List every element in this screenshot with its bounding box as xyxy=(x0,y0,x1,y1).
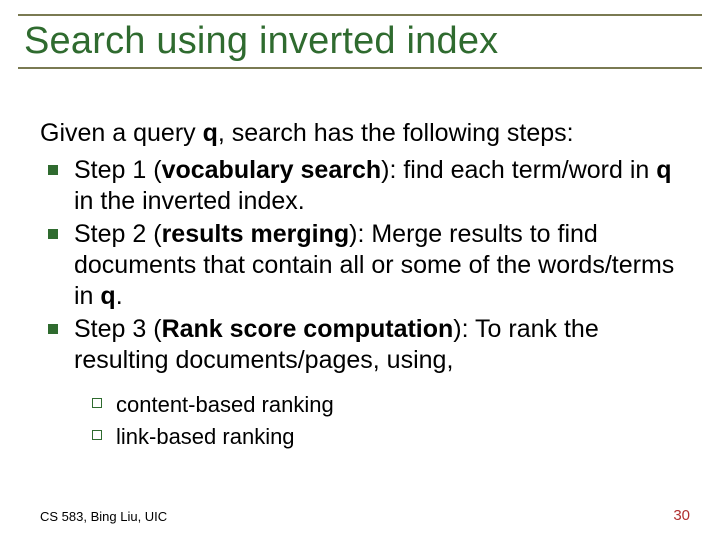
sub-bullet-list: content-based ranking link-based ranking xyxy=(40,390,686,451)
list-item: Step 1 (vocabulary search): find each te… xyxy=(40,155,686,217)
slide-title: Search using inverted index xyxy=(24,20,702,63)
title-rule-top xyxy=(18,14,702,16)
title-rule-bottom xyxy=(18,67,702,69)
slide-number: 30 xyxy=(673,507,690,524)
slide-body: Given a query q, search has the followin… xyxy=(40,118,686,454)
bullet-list: Step 1 (vocabulary search): find each te… xyxy=(40,155,686,376)
title-block: Search using inverted index xyxy=(18,14,702,69)
lead-paragraph: Given a query q, search has the followin… xyxy=(40,118,686,149)
footer-left: CS 583, Bing Liu, UIC xyxy=(40,509,167,524)
list-item: Step 3 (Rank score computation): To rank… xyxy=(40,314,686,376)
list-item: Step 2 (results merging): Merge results … xyxy=(40,219,686,312)
list-item: link-based ranking xyxy=(86,422,686,452)
list-item: content-based ranking xyxy=(86,390,686,420)
slide: Search using inverted index Given a quer… xyxy=(0,0,720,540)
